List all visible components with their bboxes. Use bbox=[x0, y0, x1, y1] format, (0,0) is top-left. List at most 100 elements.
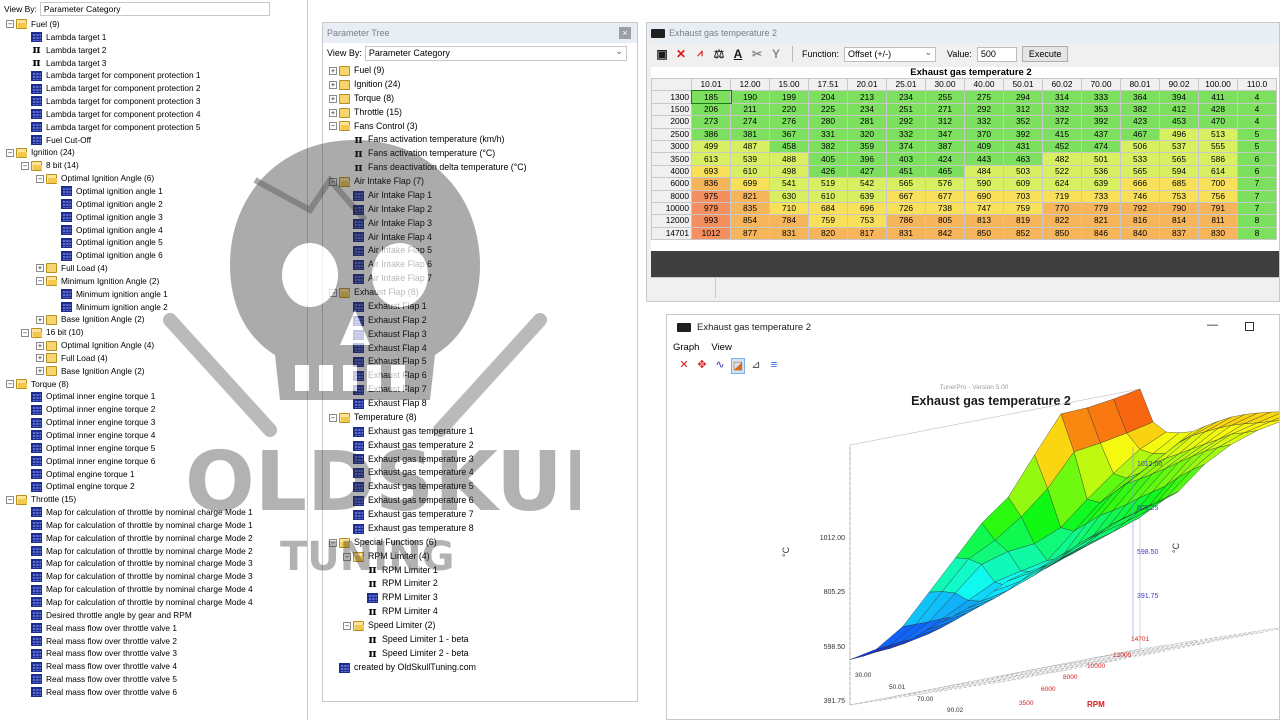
column-header[interactable]: 40.00 bbox=[964, 77, 1004, 92]
left-tree-item[interactable]: + Base Ignition Angle (2) bbox=[0, 313, 307, 326]
collapse-icon[interactable]: − bbox=[6, 148, 14, 157]
row-header[interactable]: 1300 bbox=[651, 90, 692, 104]
table-cell[interactable]: 484 bbox=[964, 164, 1004, 179]
table-cell[interactable]: 693 bbox=[691, 164, 731, 179]
row-header[interactable]: 3500 bbox=[651, 152, 692, 166]
table-cell[interactable]: 359 bbox=[847, 139, 887, 154]
table-cell[interactable]: 770 bbox=[1042, 201, 1082, 216]
left-tree-item[interactable]: Real mass flow over throttle valve 3 bbox=[0, 647, 307, 660]
table-cell[interactable]: 565 bbox=[1120, 164, 1160, 179]
table-cell[interactable]: 312 bbox=[925, 115, 965, 129]
table-cell[interactable]: 836 bbox=[691, 177, 731, 191]
mid-tree-item[interactable]: π Speed Limiter 1 - beta bbox=[323, 633, 637, 647]
table-cell[interactable]: 821 bbox=[1081, 214, 1121, 228]
mid-tree-item[interactable]: Exhaust Flap 6 bbox=[323, 369, 637, 383]
table-cell[interactable]: 756 bbox=[1198, 189, 1238, 203]
table-cell[interactable]: 840 bbox=[1120, 226, 1160, 241]
table-cell[interactable]: 831 bbox=[769, 226, 809, 241]
left-tree-item[interactable]: Map for calculation of throttle by nomin… bbox=[0, 596, 307, 609]
mid-tree-item[interactable]: Exhaust gas temperature 3 bbox=[323, 453, 637, 467]
left-tree-item[interactable]: Lambda target for component protection 3 bbox=[0, 95, 307, 108]
table-cell[interactable]: 533 bbox=[1120, 152, 1160, 166]
mid-tree-item[interactable]: Exhaust Flap 8 bbox=[323, 397, 637, 411]
left-tree-item[interactable]: Optimal inner engine torque 2 bbox=[0, 403, 307, 416]
expand-icon[interactable]: + bbox=[36, 354, 44, 363]
value-input[interactable] bbox=[976, 46, 1017, 62]
table-cell[interactable]: 381 bbox=[730, 127, 770, 141]
table-cell[interactable]: 499 bbox=[691, 139, 731, 154]
table-cell[interactable]: 696 bbox=[847, 201, 887, 216]
table-cell[interactable]: 519 bbox=[808, 177, 848, 191]
table-cell[interactable]: 666 bbox=[1120, 177, 1160, 191]
mid-tree-item[interactable]: Air Intake Flap 6 bbox=[323, 258, 637, 272]
table-cell[interactable]: 850 bbox=[1042, 226, 1082, 241]
table-cell[interactable]: 496 bbox=[1159, 127, 1199, 141]
row-header[interactable]: 12000 bbox=[651, 214, 692, 228]
table-cell[interactable]: 331 bbox=[808, 127, 848, 141]
mid-tree-item[interactable]: Air Intake Flap 1 bbox=[323, 189, 637, 203]
table-cell[interactable]: 565 bbox=[1159, 152, 1199, 166]
table-cell[interactable]: 382 bbox=[808, 139, 848, 154]
table-cell[interactable]: 372 bbox=[1042, 115, 1082, 129]
column-header[interactable]: 110.0 bbox=[1237, 77, 1277, 92]
table-cell[interactable]: 392 bbox=[1003, 127, 1043, 141]
table-cell[interactable]: 822 bbox=[1042, 214, 1082, 228]
table-cell[interactable]: 312 bbox=[1003, 102, 1043, 117]
row-header[interactable]: 4000 bbox=[651, 164, 692, 179]
table-cell[interactable]: 835 bbox=[730, 201, 770, 216]
table-cell[interactable]: 275 bbox=[964, 90, 1004, 104]
mid-tree-item[interactable]: − Special Functions (6) bbox=[323, 536, 637, 550]
table-cell[interactable]: 281 bbox=[847, 115, 887, 129]
table-cell[interactable]: 415 bbox=[1042, 127, 1082, 141]
text-format-icon[interactable]: A bbox=[731, 47, 745, 61]
collapse-icon[interactable]: − bbox=[36, 174, 44, 183]
mid-tree-item[interactable]: Air Intake Flap 5 bbox=[323, 244, 637, 258]
expand-icon[interactable]: + bbox=[329, 108, 337, 117]
table-cell[interactable]: 710 bbox=[769, 201, 809, 216]
mid-tree-item[interactable]: Exhaust Flap 7 bbox=[323, 383, 637, 397]
table-cell[interactable]: 821 bbox=[730, 189, 770, 203]
delete-icon[interactable]: ✕ bbox=[674, 47, 688, 61]
mid-tree-item[interactable]: Exhaust Flap 4 bbox=[323, 342, 637, 356]
table-cell[interactable]: 370 bbox=[964, 127, 1004, 141]
table-cell[interactable]: 280 bbox=[808, 115, 848, 129]
column-header[interactable]: 30.00 bbox=[925, 77, 965, 92]
close-graph-icon[interactable]: ✕ bbox=[677, 358, 691, 374]
table-cell[interactable]: 4 bbox=[1237, 115, 1277, 129]
table-cell[interactable]: 367 bbox=[769, 127, 809, 141]
left-tree-item[interactable]: Real mass flow over throttle valve 2 bbox=[0, 635, 307, 648]
row-header[interactable]: 3000 bbox=[651, 139, 692, 154]
mid-tree-item[interactable]: − Fans Control (3) bbox=[323, 120, 637, 134]
expand-icon[interactable]: + bbox=[36, 315, 44, 324]
left-tree-item[interactable]: Lambda target 1 bbox=[0, 31, 307, 44]
left-tree-item[interactable]: Optimal ignition angle 1 bbox=[0, 185, 307, 198]
table-cell[interactable]: 842 bbox=[925, 226, 965, 241]
left-tree-item[interactable]: Lambda target for component protection 1 bbox=[0, 69, 307, 82]
table-cell[interactable]: 352 bbox=[1003, 115, 1043, 129]
table-cell[interactable]: 428 bbox=[1198, 102, 1238, 117]
mid-tree-item[interactable]: Air Intake Flap 7 bbox=[323, 272, 637, 286]
left-view-by-select[interactable]: Parameter Category bbox=[39, 2, 270, 16]
table-cell[interactable]: 437 bbox=[1081, 127, 1121, 141]
table-cell[interactable]: 684 bbox=[808, 201, 848, 216]
column-header[interactable]: 25.01 bbox=[886, 77, 926, 92]
mid-tree-item[interactable]: Exhaust gas temperature 2 bbox=[323, 439, 637, 453]
left-tree-item[interactable]: − 16 bit (10) bbox=[0, 326, 307, 339]
collapse-icon[interactable]: − bbox=[329, 288, 337, 297]
table-cell[interactable]: 403 bbox=[886, 152, 926, 166]
column-header[interactable]: 12.00 bbox=[730, 77, 770, 92]
table-cell[interactable]: 506 bbox=[1120, 139, 1160, 154]
table-cell[interactable]: 779 bbox=[1081, 201, 1121, 216]
table-cell[interactable]: 5 bbox=[1237, 139, 1277, 154]
expand-icon[interactable]: + bbox=[329, 94, 337, 103]
table-cell[interactable]: 690 bbox=[964, 189, 1004, 203]
left-tree-item[interactable]: Optimal ignition angle 6 bbox=[0, 249, 307, 262]
expand-icon[interactable]: + bbox=[36, 341, 44, 350]
left-tree-item[interactable]: − Ignition (24) bbox=[0, 146, 307, 159]
table-cell[interactable]: 314 bbox=[1042, 90, 1082, 104]
expand-icon[interactable]: + bbox=[36, 264, 44, 273]
row-header[interactable]: 2000 bbox=[651, 115, 692, 129]
mid-tree-item[interactable]: + Torque (8) bbox=[323, 92, 637, 106]
table-cell[interactable]: 347 bbox=[925, 127, 965, 141]
collapse-icon[interactable]: − bbox=[21, 161, 29, 170]
